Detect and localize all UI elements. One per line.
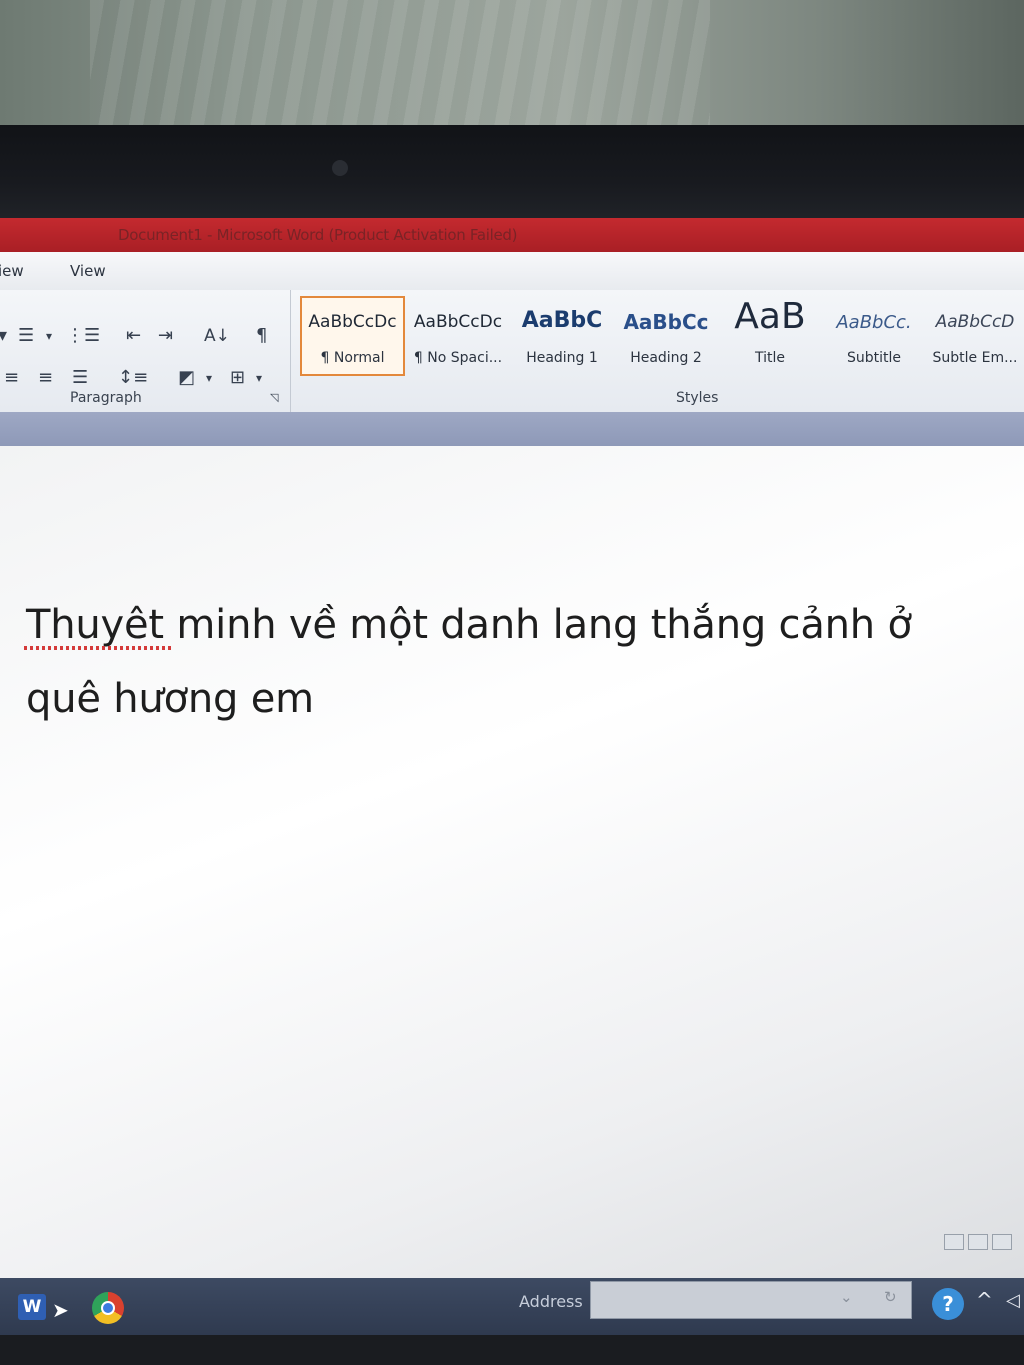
multilevel-list-icon[interactable]: ⋮☰ [66,324,100,348]
style-name: Heading 1 [526,350,598,366]
align-right-icon[interactable]: ≡ [38,366,53,390]
web-layout-view-icon[interactable] [992,1234,1012,1250]
taskbar: W ➤ Address ⌄ ↻ ? ^ ◁ [0,1278,1024,1335]
help-icon[interactable]: ? [932,1288,964,1320]
word-app-icon[interactable]: W [18,1294,46,1320]
address-label: Address [519,1292,583,1311]
justify-icon[interactable]: ☰ [72,366,88,390]
style-name: ¶ Normal [320,350,385,366]
document-body[interactable]: Thuyêt minh về một danh lang thắng cảnh … [26,588,986,736]
style-name: Subtle Em... [932,350,1018,366]
webcam [332,160,348,176]
background-curtain [90,0,710,128]
numbering-dropdown-icon[interactable]: ▾ [46,324,52,348]
style-sample: AaB [734,296,806,337]
style-name: Heading 2 [630,350,702,366]
shading-dropdown-icon[interactable]: ▾ [206,366,212,390]
mouse-cursor-icon: ➤ [52,1298,69,1322]
address-input[interactable] [590,1281,912,1319]
spelling-error-underline [24,646,172,650]
view-buttons [944,1234,1020,1254]
shading-icon[interactable]: ◩ [178,366,195,390]
title-bar: Document1 - Microsoft Word (Product Acti… [0,218,1024,252]
borders-dropdown-icon[interactable]: ▾ [256,366,262,390]
style-subtitle[interactable]: AaBbCc. Subtitle [824,298,924,372]
print-layout-view-icon[interactable] [944,1234,964,1250]
show-formatting-icon[interactable]: ¶ [256,324,267,348]
laptop-bezel [0,125,1024,220]
line-spacing-icon[interactable]: ↕≡ [118,366,148,390]
full-screen-view-icon[interactable] [968,1234,988,1250]
refresh-icon[interactable]: ↻ [884,1288,897,1306]
style-sample: AaBbCcDc [413,312,503,332]
ribbon: ▾ ☰ ▾ ⋮☰ ⇤ ⇥ A↓ ¶ ≡ ≡ ☰ ↕≡ ◩ ▾ ⊞ ▾ Parag… [0,290,1024,413]
screen: Document1 - Microsoft Word (Product Acti… [0,218,1024,1335]
style-name: Title [754,350,785,366]
style-sample: AaBbCcD [935,312,1015,332]
numbering-icon[interactable]: ☰ [18,324,34,348]
style-sample: AaBbCcDc [308,312,397,332]
tray-chevron-up-icon[interactable]: ^ [976,1288,993,1312]
style-subtle-emphasis[interactable]: AaBbCcD Subtle Em... [926,298,1024,372]
tab-review[interactable]: iew [0,262,24,280]
document-page[interactable]: Thuyêt minh về một danh lang thắng cảnh … [0,446,1024,1278]
style-heading-1[interactable]: AaBbC Heading 1 [512,298,612,372]
chrome-app-icon[interactable] [92,1292,124,1324]
document-line-1: Thuyêt minh về một danh lang thắng cảnh … [26,602,912,648]
style-sample: AaBbCc. [836,312,912,333]
style-title[interactable]: AaB Title [720,296,820,372]
ruler-strip [0,412,1024,446]
style-heading-2[interactable]: AaBbCc Heading 2 [616,298,716,372]
address-dropdown-icon[interactable]: ⌄ [840,1288,853,1306]
tab-view[interactable]: View [70,262,106,280]
styles-group: AaBbCcDc ¶ Normal AaBbCcDc ¶ No Spaci...… [292,290,1024,412]
speaker-icon[interactable]: ◁ [1006,1290,1020,1311]
decrease-indent-icon[interactable]: ⇤ [126,324,141,348]
document-line-2: quê hương em [26,676,314,722]
style-name: ¶ No Spaci... [413,350,503,366]
style-name: Subtitle [846,350,902,366]
dropdown-arrow-icon[interactable]: ▾ [0,324,7,348]
ribbon-tabs: iew View [0,252,1024,290]
paragraph-group-label: Paragraph [70,390,142,406]
style-sample: AaBbC [521,308,603,333]
window-title: Document1 - Microsoft Word (Product Acti… [118,226,518,244]
increase-indent-icon[interactable]: ⇥ [158,324,173,348]
dialog-launcher-icon[interactable]: ◹ [270,386,278,410]
style-normal[interactable]: AaBbCcDc ¶ Normal [300,296,405,376]
styles-group-label: Styles [676,390,719,406]
style-sample: AaBbCc [623,310,709,334]
paragraph-group: ▾ ☰ ▾ ⋮☰ ⇤ ⇥ A↓ ¶ ≡ ≡ ☰ ↕≡ ◩ ▾ ⊞ ▾ Parag… [0,290,291,412]
sort-icon[interactable]: A↓ [204,324,230,348]
borders-icon[interactable]: ⊞ [230,366,245,390]
align-center-icon[interactable]: ≡ [4,366,19,390]
style-no-spacing[interactable]: AaBbCcDc ¶ No Spaci... [408,298,508,372]
